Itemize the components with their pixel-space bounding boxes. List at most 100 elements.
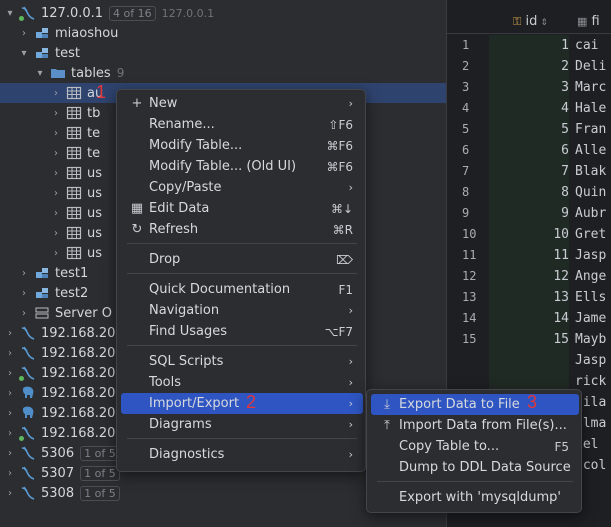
cell-id[interactable]: 2 — [489, 56, 569, 77]
submenu-item-copy-table-to[interactable]: Copy Table to... F5 — [371, 436, 579, 457]
cell-name[interactable]: Jasp — [575, 245, 611, 266]
cell-id[interactable] — [489, 350, 569, 371]
chevron-right-icon[interactable]: › — [4, 448, 16, 459]
chevron-right-icon[interactable]: › — [50, 128, 62, 139]
cell-id[interactable]: 9 — [489, 203, 569, 224]
menu-item-drop[interactable]: Drop ⌦ — [121, 249, 363, 270]
menu-item-diagrams[interactable]: Diagrams › — [121, 414, 363, 435]
column-header-id[interactable]: ⚿ id ⇕ — [513, 14, 548, 29]
menu-item-navigation[interactable]: Navigation › — [121, 300, 363, 321]
menu-item-tools[interactable]: Tools › — [121, 372, 363, 393]
menu-item-refresh[interactable]: ↻ Refresh ⌘R — [121, 219, 363, 240]
chevron-right-icon[interactable]: › — [50, 188, 62, 199]
table-row[interactable]: 10 10 Gret — [447, 224, 611, 245]
cell-id[interactable]: 11 — [489, 245, 569, 266]
table-row[interactable]: 15 15 Mayb — [447, 329, 611, 350]
submenu-item-dump-to-ddl-data-source[interactable]: Dump to DDL Data Source — [371, 457, 579, 478]
cell-id[interactable]: 10 — [489, 224, 569, 245]
sort-icon[interactable]: ⇕ — [540, 18, 548, 28]
chevron-right-icon[interactable]: › — [4, 488, 16, 499]
table-row[interactable]: 9 9 Aubr — [447, 203, 611, 224]
submenu-item-export-with-mysqldump[interactable]: Export with 'mysqldump' — [371, 487, 579, 508]
cell-id[interactable]: 7 — [489, 161, 569, 182]
menu-item-find-usages[interactable]: Find Usages ⌥F7 — [121, 321, 363, 342]
table-row[interactable]: 7 7 Blak — [447, 161, 611, 182]
chevron-right-icon[interactable]: › — [50, 248, 62, 259]
chevron-right-icon[interactable]: › — [18, 28, 30, 39]
cell-name[interactable]: Jasp — [575, 350, 611, 371]
chevron-right-icon[interactable]: › — [4, 348, 16, 359]
chevron-right-icon[interactable]: › — [4, 368, 16, 379]
chevron-right-icon[interactable]: › — [50, 228, 62, 239]
chevron-down-icon[interactable]: ▾ — [34, 68, 46, 79]
cell-name[interactable]: Quin — [575, 182, 611, 203]
table-row[interactable]: 5 5 Fran — [447, 119, 611, 140]
cell-name[interactable]: rick — [575, 371, 611, 392]
chevron-down-icon[interactable]: ▾ — [4, 8, 16, 19]
submenu-item-export-data-to-file[interactable]: ⤓ Export Data to File — [371, 394, 579, 415]
cell-name[interactable]: Alle — [575, 140, 611, 161]
cell-name[interactable]: cai — [575, 35, 611, 56]
table-row[interactable]: 11 11 Jasp — [447, 245, 611, 266]
table-row[interactable]: 13 13 Ells — [447, 287, 611, 308]
table-row[interactable]: 4 4 Hale — [447, 98, 611, 119]
chevron-right-icon[interactable]: › — [50, 108, 62, 119]
menu-item-new[interactable]: + New › — [121, 93, 363, 114]
table-row[interactable]: 6 6 Alle — [447, 140, 611, 161]
cell-id[interactable]: 14 — [489, 308, 569, 329]
cell-id[interactable]: 4 — [489, 98, 569, 119]
chevron-down-icon[interactable]: ▾ — [18, 48, 30, 59]
chevron-right-icon[interactable]: › — [4, 328, 16, 339]
cell-id[interactable]: 6 — [489, 140, 569, 161]
tree-schema-miaoshou[interactable]: › miaoshou — [0, 23, 446, 43]
cell-name[interactable]: Ells — [575, 287, 611, 308]
cell-id[interactable]: 15 — [489, 329, 569, 350]
submenu-item-import-data-from-file-s[interactable]: ⤒ Import Data from File(s)... — [371, 415, 579, 436]
cell-name[interactable]: Mayb — [575, 329, 611, 350]
menu-item-import-export[interactable]: Import/Export › — [121, 393, 363, 414]
table-row[interactable]: 3 3 Marc — [447, 77, 611, 98]
chevron-right-icon[interactable]: › — [18, 308, 30, 319]
cell-id[interactable]: 5 — [489, 119, 569, 140]
table-row[interactable]: 12 12 Ange — [447, 266, 611, 287]
cell-id[interactable]: 8 — [489, 182, 569, 203]
cell-name[interactable]: Hale — [575, 98, 611, 119]
table-row[interactable]: 1 1 cai — [447, 35, 611, 56]
column-header-name[interactable]: ▦ fi — [577, 14, 600, 29]
cell-name[interactable]: Aubr — [575, 203, 611, 224]
table-row[interactable]: 2 2 Deli — [447, 56, 611, 77]
menu-item-modify-table-old-ui[interactable]: Modify Table... (Old UI) ⌘F6 — [121, 156, 363, 177]
table-row[interactable]: 8 8 Quin — [447, 182, 611, 203]
cell-name[interactable]: Gret — [575, 224, 611, 245]
chevron-right-icon[interactable]: › — [4, 428, 16, 439]
menu-item-edit-data[interactable]: ▦ Edit Data ⌘↓ — [121, 198, 363, 219]
chevron-right-icon[interactable]: › — [50, 148, 62, 159]
chevron-right-icon[interactable]: › — [4, 468, 16, 479]
tree-folder-tables[interactable]: ▾ tables 9 — [0, 63, 446, 83]
cell-name[interactable]: Jame — [575, 308, 611, 329]
chevron-right-icon[interactable]: › — [18, 288, 30, 299]
tree-connection-root[interactable]: ▾ 127.0.0.1 4 of 16 127.0.0.1 — [0, 3, 446, 23]
menu-item-diagnostics[interactable]: Diagnostics › — [121, 444, 363, 465]
cell-name[interactable]: Blak — [575, 161, 611, 182]
menu-item-sql-scripts[interactable]: SQL Scripts › — [121, 351, 363, 372]
cell-id[interactable]: 12 — [489, 266, 569, 287]
chevron-right-icon[interactable]: › — [4, 388, 16, 399]
chevron-right-icon[interactable]: › — [50, 208, 62, 219]
cell-id[interactable]: 1 — [489, 35, 569, 56]
menu-item-rename[interactable]: Rename... ⇧F6 — [121, 114, 363, 135]
cell-name[interactable]: Marc — [575, 77, 611, 98]
cell-name[interactable]: Deli — [575, 56, 611, 77]
table-row[interactable]: Jasp — [447, 350, 611, 371]
chevron-right-icon[interactable]: › — [50, 88, 62, 99]
table-row[interactable]: 14 14 Jame — [447, 308, 611, 329]
cell-name[interactable]: Ange — [575, 266, 611, 287]
chevron-right-icon[interactable]: › — [18, 268, 30, 279]
chevron-right-icon[interactable]: › — [4, 408, 16, 419]
menu-item-modify-table[interactable]: Modify Table... ⌘F6 — [121, 135, 363, 156]
menu-item-quick-documentation[interactable]: Quick Documentation F1 — [121, 279, 363, 300]
tree-schema-test[interactable]: ▾ test — [0, 43, 446, 63]
chevron-right-icon[interactable]: › — [50, 168, 62, 179]
cell-id[interactable]: 3 — [489, 77, 569, 98]
cell-name[interactable]: Fran — [575, 119, 611, 140]
